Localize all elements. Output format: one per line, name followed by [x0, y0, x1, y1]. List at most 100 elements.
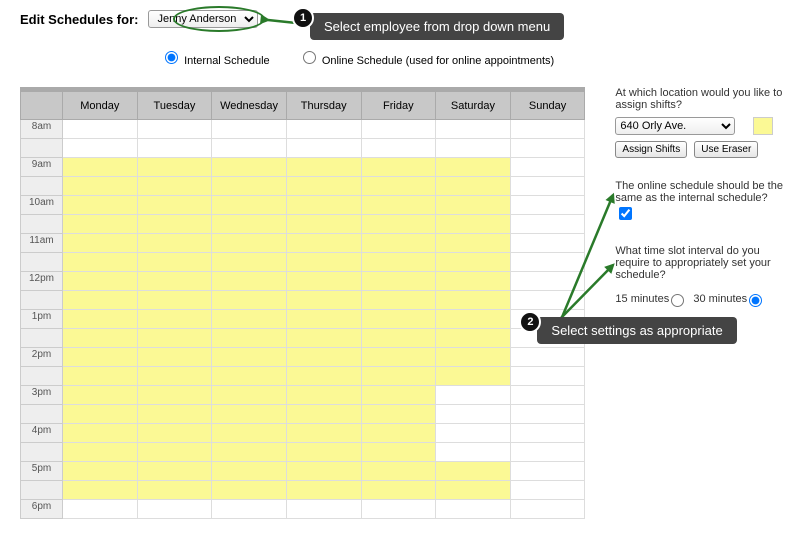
- schedule-cell[interactable]: [510, 291, 585, 310]
- schedule-cell[interactable]: [510, 481, 585, 500]
- schedule-cell[interactable]: [212, 253, 287, 272]
- schedule-cell[interactable]: [63, 253, 138, 272]
- schedule-cell[interactable]: [137, 348, 212, 367]
- schedule-cell[interactable]: [63, 234, 138, 253]
- schedule-type-online[interactable]: Online Schedule (used for online appoint…: [298, 55, 554, 67]
- schedule-cell[interactable]: [510, 196, 585, 215]
- schedule-cell[interactable]: [286, 177, 361, 196]
- schedule-cell[interactable]: [361, 367, 436, 386]
- schedule-cell[interactable]: [436, 367, 511, 386]
- schedule-cell[interactable]: [361, 291, 436, 310]
- schedule-cell[interactable]: [63, 348, 138, 367]
- schedule-cell[interactable]: [436, 272, 511, 291]
- schedule-cell[interactable]: [286, 234, 361, 253]
- schedule-cell[interactable]: [436, 481, 511, 500]
- schedule-cell[interactable]: [361, 462, 436, 481]
- schedule-cell[interactable]: [63, 158, 138, 177]
- schedule-type-internal[interactable]: Internal Schedule: [160, 55, 273, 67]
- use-eraser-button[interactable]: Use Eraser: [694, 141, 758, 158]
- schedule-cell[interactable]: [137, 253, 212, 272]
- schedule-cell[interactable]: [63, 500, 138, 519]
- schedule-cell[interactable]: [63, 405, 138, 424]
- schedule-cell[interactable]: [510, 405, 585, 424]
- location-select[interactable]: 640 Orly Ave.: [615, 117, 735, 135]
- schedule-cell[interactable]: [63, 462, 138, 481]
- schedule-cell[interactable]: [510, 158, 585, 177]
- schedule-cell[interactable]: [436, 234, 511, 253]
- interval-30-radio[interactable]: [749, 294, 762, 307]
- schedule-cell[interactable]: [63, 272, 138, 291]
- schedule-cell[interactable]: [361, 329, 436, 348]
- schedule-cell[interactable]: [63, 177, 138, 196]
- schedule-cell[interactable]: [63, 386, 138, 405]
- schedule-cell[interactable]: [436, 500, 511, 519]
- schedule-cell[interactable]: [212, 272, 287, 291]
- schedule-cell[interactable]: [63, 481, 138, 500]
- schedule-cell[interactable]: [137, 462, 212, 481]
- schedule-grid[interactable]: MondayTuesdayWednesdayThursdayFridaySatu…: [20, 87, 585, 519]
- schedule-cell[interactable]: [63, 139, 138, 158]
- schedule-cell[interactable]: [137, 443, 212, 462]
- schedule-cell[interactable]: [361, 481, 436, 500]
- schedule-cell[interactable]: [63, 196, 138, 215]
- schedule-cell[interactable]: [137, 367, 212, 386]
- schedule-cell[interactable]: [361, 405, 436, 424]
- schedule-cell[interactable]: [286, 405, 361, 424]
- schedule-cell[interactable]: [286, 272, 361, 291]
- schedule-cell[interactable]: [212, 424, 287, 443]
- schedule-cell[interactable]: [510, 234, 585, 253]
- schedule-cell[interactable]: [286, 367, 361, 386]
- schedule-cell[interactable]: [436, 139, 511, 158]
- schedule-cell[interactable]: [436, 443, 511, 462]
- schedule-cell[interactable]: [361, 310, 436, 329]
- schedule-cell[interactable]: [212, 367, 287, 386]
- schedule-cell[interactable]: [137, 177, 212, 196]
- schedule-cell[interactable]: [286, 386, 361, 405]
- schedule-cell[interactable]: [137, 215, 212, 234]
- schedule-cell[interactable]: [137, 158, 212, 177]
- schedule-cell[interactable]: [137, 481, 212, 500]
- schedule-cell[interactable]: [436, 291, 511, 310]
- schedule-cell[interactable]: [361, 196, 436, 215]
- schedule-cell[interactable]: [361, 386, 436, 405]
- schedule-cell[interactable]: [212, 196, 287, 215]
- schedule-cell[interactable]: [436, 120, 511, 139]
- schedule-cell[interactable]: [212, 348, 287, 367]
- schedule-cell[interactable]: [510, 367, 585, 386]
- schedule-cell[interactable]: [510, 500, 585, 519]
- schedule-cell[interactable]: [212, 234, 287, 253]
- schedule-cell[interactable]: [361, 177, 436, 196]
- schedule-cell[interactable]: [286, 215, 361, 234]
- schedule-cell[interactable]: [510, 424, 585, 443]
- schedule-cell[interactable]: [286, 348, 361, 367]
- schedule-cell[interactable]: [137, 500, 212, 519]
- schedule-cell[interactable]: [286, 443, 361, 462]
- schedule-cell[interactable]: [436, 196, 511, 215]
- schedule-cell[interactable]: [137, 386, 212, 405]
- schedule-cell[interactable]: [286, 291, 361, 310]
- schedule-cell[interactable]: [436, 386, 511, 405]
- schedule-cell[interactable]: [286, 329, 361, 348]
- schedule-cell[interactable]: [137, 329, 212, 348]
- schedule-cell[interactable]: [212, 120, 287, 139]
- schedule-cell[interactable]: [286, 253, 361, 272]
- schedule-cell[interactable]: [63, 329, 138, 348]
- schedule-cell[interactable]: [137, 310, 212, 329]
- schedule-cell[interactable]: [510, 120, 585, 139]
- schedule-cell[interactable]: [286, 158, 361, 177]
- schedule-cell[interactable]: [510, 462, 585, 481]
- schedule-cell[interactable]: [212, 215, 287, 234]
- schedule-cell[interactable]: [361, 120, 436, 139]
- schedule-cell[interactable]: [286, 481, 361, 500]
- schedule-cell[interactable]: [286, 310, 361, 329]
- schedule-type-internal-radio[interactable]: [165, 51, 178, 64]
- schedule-cell[interactable]: [212, 462, 287, 481]
- schedule-cell[interactable]: [63, 310, 138, 329]
- schedule-cell[interactable]: [212, 139, 287, 158]
- schedule-cell[interactable]: [436, 253, 511, 272]
- schedule-cell[interactable]: [63, 424, 138, 443]
- schedule-cell[interactable]: [510, 348, 585, 367]
- schedule-cell[interactable]: [361, 348, 436, 367]
- schedule-cell[interactable]: [436, 310, 511, 329]
- schedule-cell[interactable]: [436, 348, 511, 367]
